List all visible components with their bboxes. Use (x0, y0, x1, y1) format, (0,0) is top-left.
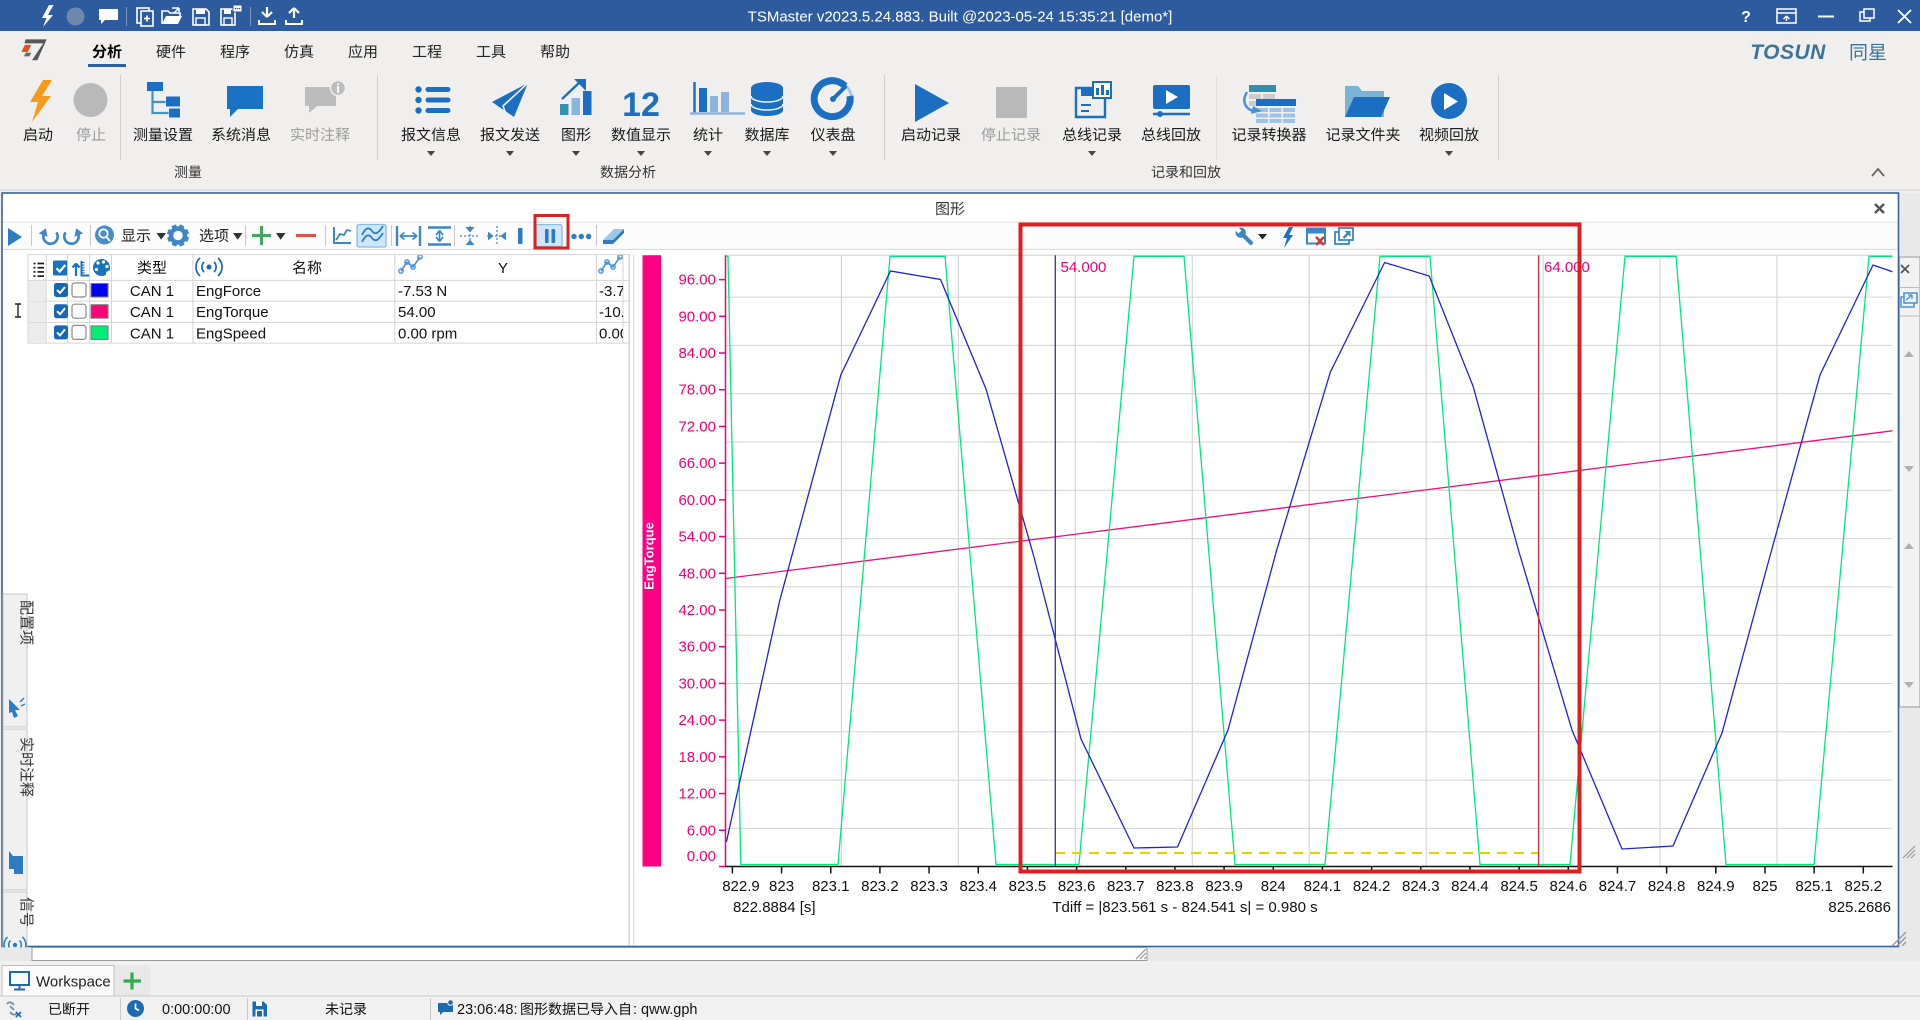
svg-text:12.00: 12.00 (678, 786, 716, 803)
svg-text:824.4: 824.4 (1451, 878, 1489, 895)
svg-text:824.2: 824.2 (1353, 878, 1391, 895)
svg-text:96.00: 96.00 (678, 272, 716, 289)
svg-text:823.5: 823.5 (1009, 878, 1047, 895)
svg-text:823.9: 823.9 (1205, 878, 1243, 895)
svg-text:30.00: 30.00 (678, 675, 716, 692)
svg-text:84.00: 84.00 (678, 345, 716, 362)
svg-text:Tdiff = |823.561 s - 824.541 s: Tdiff = |823.561 s - 824.541 s| = 0.980 … (1052, 899, 1317, 916)
svg-text:?: ? (1741, 9, 1751, 26)
svg-text:EngTorque: EngTorque (196, 304, 269, 321)
svg-text:824.5: 824.5 (1500, 878, 1538, 895)
svg-text:: qww.gph: : qww.gph (633, 1002, 698, 1018)
svg-text:823.2: 823.2 (861, 878, 899, 895)
svg-text:24.00: 24.00 (678, 712, 716, 729)
svg-text:18.00: 18.00 (678, 749, 716, 766)
svg-text:822.9: 822.9 (722, 878, 760, 895)
svg-text:42.00: 42.00 (678, 602, 716, 619)
svg-text:78.00: 78.00 (678, 382, 716, 399)
svg-text:824.9: 824.9 (1697, 878, 1735, 895)
svg-text:0.00: 0.00 (687, 848, 716, 865)
svg-text:TSMaster v2023.5.24.883. Built: TSMaster v2023.5.24.883. Built @2023-05-… (748, 9, 1173, 26)
svg-text:Y: Y (498, 260, 508, 277)
svg-text:824.7: 824.7 (1599, 878, 1637, 895)
svg-text:EngSpeed: EngSpeed (196, 325, 266, 342)
svg-text:72.00: 72.00 (678, 418, 716, 435)
svg-text:824.3: 824.3 (1402, 878, 1440, 895)
svg-text:824.6: 824.6 (1550, 878, 1588, 895)
svg-text:823.4: 823.4 (959, 878, 997, 895)
svg-text:-7.53 N: -7.53 N (398, 283, 447, 300)
svg-text:824: 824 (1261, 878, 1286, 895)
svg-text:54.000: 54.000 (1061, 259, 1107, 276)
svg-text:36.00: 36.00 (678, 639, 716, 656)
svg-text:12: 12 (622, 86, 660, 124)
svg-text:60.00: 60.00 (678, 492, 716, 509)
svg-text:822.8884 [s]: 822.8884 [s] (733, 899, 816, 916)
svg-text:Workspace: Workspace (36, 974, 111, 991)
svg-text:6.00: 6.00 (687, 822, 716, 839)
svg-text:824.8: 824.8 (1648, 878, 1686, 895)
svg-text:-3.7: -3.7 (599, 283, 625, 300)
svg-text:TOSUN: TOSUN (1750, 41, 1826, 64)
svg-text:825.2686: 825.2686 (1828, 899, 1891, 916)
svg-text:54.00: 54.00 (678, 529, 716, 546)
svg-text:i: i (336, 81, 340, 96)
svg-text:823.8: 823.8 (1156, 878, 1194, 895)
svg-text:54.00: 54.00 (398, 304, 436, 321)
svg-text:823: 823 (769, 878, 794, 895)
svg-text:825.2: 825.2 (1845, 878, 1883, 895)
svg-text:64.000: 64.000 (1544, 259, 1590, 276)
svg-text:824.1: 824.1 (1304, 878, 1342, 895)
svg-text:66.00: 66.00 (678, 455, 716, 472)
svg-text:825.1: 825.1 (1795, 878, 1833, 895)
svg-text:0:00:00:00: 0:00:00:00 (162, 1002, 231, 1018)
svg-text:823.7: 823.7 (1107, 878, 1145, 895)
svg-text:823.1: 823.1 (812, 878, 850, 895)
svg-text:23:06:48:: 23:06:48: (457, 1002, 517, 1018)
svg-text:CAN 1: CAN 1 (130, 325, 174, 342)
svg-text:825: 825 (1752, 878, 1777, 895)
svg-text:CAN 1: CAN 1 (130, 283, 174, 300)
svg-text:EngTorque: EngTorque (642, 522, 657, 590)
svg-text:-10.: -10. (599, 304, 625, 321)
svg-text:48.00: 48.00 (678, 565, 716, 582)
svg-text:823.6: 823.6 (1058, 878, 1096, 895)
svg-text:0.00 rpm: 0.00 rpm (398, 325, 457, 342)
svg-text:90.00: 90.00 (678, 308, 716, 325)
svg-text:EngForce: EngForce (196, 283, 261, 300)
svg-text:823.3: 823.3 (910, 878, 948, 895)
svg-text:CAN 1: CAN 1 (130, 304, 174, 321)
